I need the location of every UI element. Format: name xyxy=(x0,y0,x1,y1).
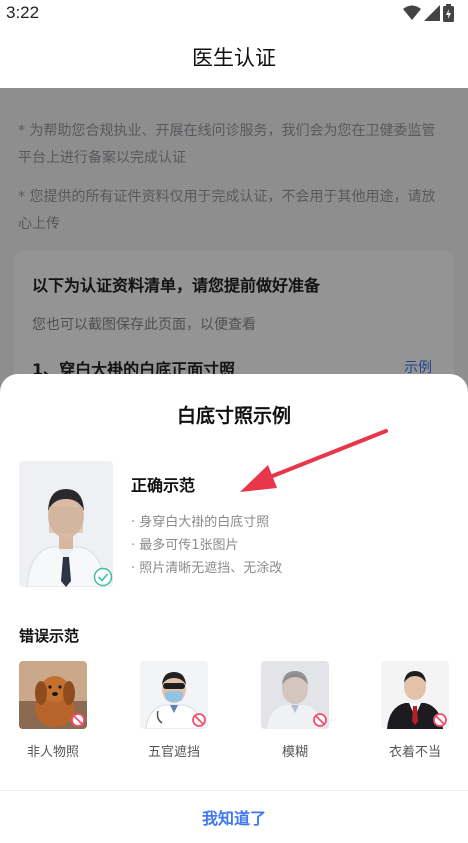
wrong-example-label: 非人物照 xyxy=(26,745,79,760)
wrong-example-blurry: 模糊 xyxy=(261,661,329,760)
wrong-example-photo xyxy=(381,661,449,729)
wrong-example-face-covered: 五官遮挡 xyxy=(140,661,208,760)
wrong-example-improper-attire: 衣着不当 xyxy=(381,661,449,760)
wrong-example-photo xyxy=(261,661,329,729)
wrong-example-photo xyxy=(140,661,208,729)
wrong-example-label: 衣着不当 xyxy=(388,745,441,760)
status-icons xyxy=(403,4,454,22)
got-it-button[interactable]: 我知道了 xyxy=(0,791,468,843)
wrong-example-label: 五官遮挡 xyxy=(147,745,200,760)
correct-example-rules: · 身穿白大褂的白底寸照 · 最多可传1张图片 · 照片清晰无遮挡、无涂改 xyxy=(131,511,282,580)
rule-white-coat: · 身穿白大褂的白底寸照 xyxy=(131,515,270,530)
nav-bar: 医生认证 xyxy=(0,26,468,88)
status-bar: 3:22 xyxy=(0,0,468,26)
prohibited-icon xyxy=(433,713,447,727)
wrong-example-photo xyxy=(19,661,87,729)
annotation-arrow-icon xyxy=(240,429,388,492)
status-time: 3:22 xyxy=(6,3,40,22)
wifi-icon xyxy=(403,5,421,20)
battery-icon xyxy=(443,4,454,22)
wrong-example-label: 模糊 xyxy=(281,745,308,760)
cellular-signal-icon xyxy=(424,5,440,21)
sheet-title: 白底寸照示例 xyxy=(176,405,291,427)
prohibited-icon xyxy=(71,713,85,727)
wrong-example-title: 错误示范 xyxy=(19,627,80,645)
correct-example-title: 正确示范 xyxy=(131,476,196,495)
rule-max-one: · 最多可传1张图片 xyxy=(131,538,239,553)
rule-clear-photo: · 照片清晰无遮挡、无涂改 xyxy=(131,561,283,576)
wrong-example-non-person: 非人物照 xyxy=(19,661,87,760)
page-title: 医生认证 xyxy=(192,46,276,70)
correct-example-photo xyxy=(19,461,113,587)
prohibited-icon xyxy=(192,713,206,727)
prohibited-icon xyxy=(313,713,327,727)
